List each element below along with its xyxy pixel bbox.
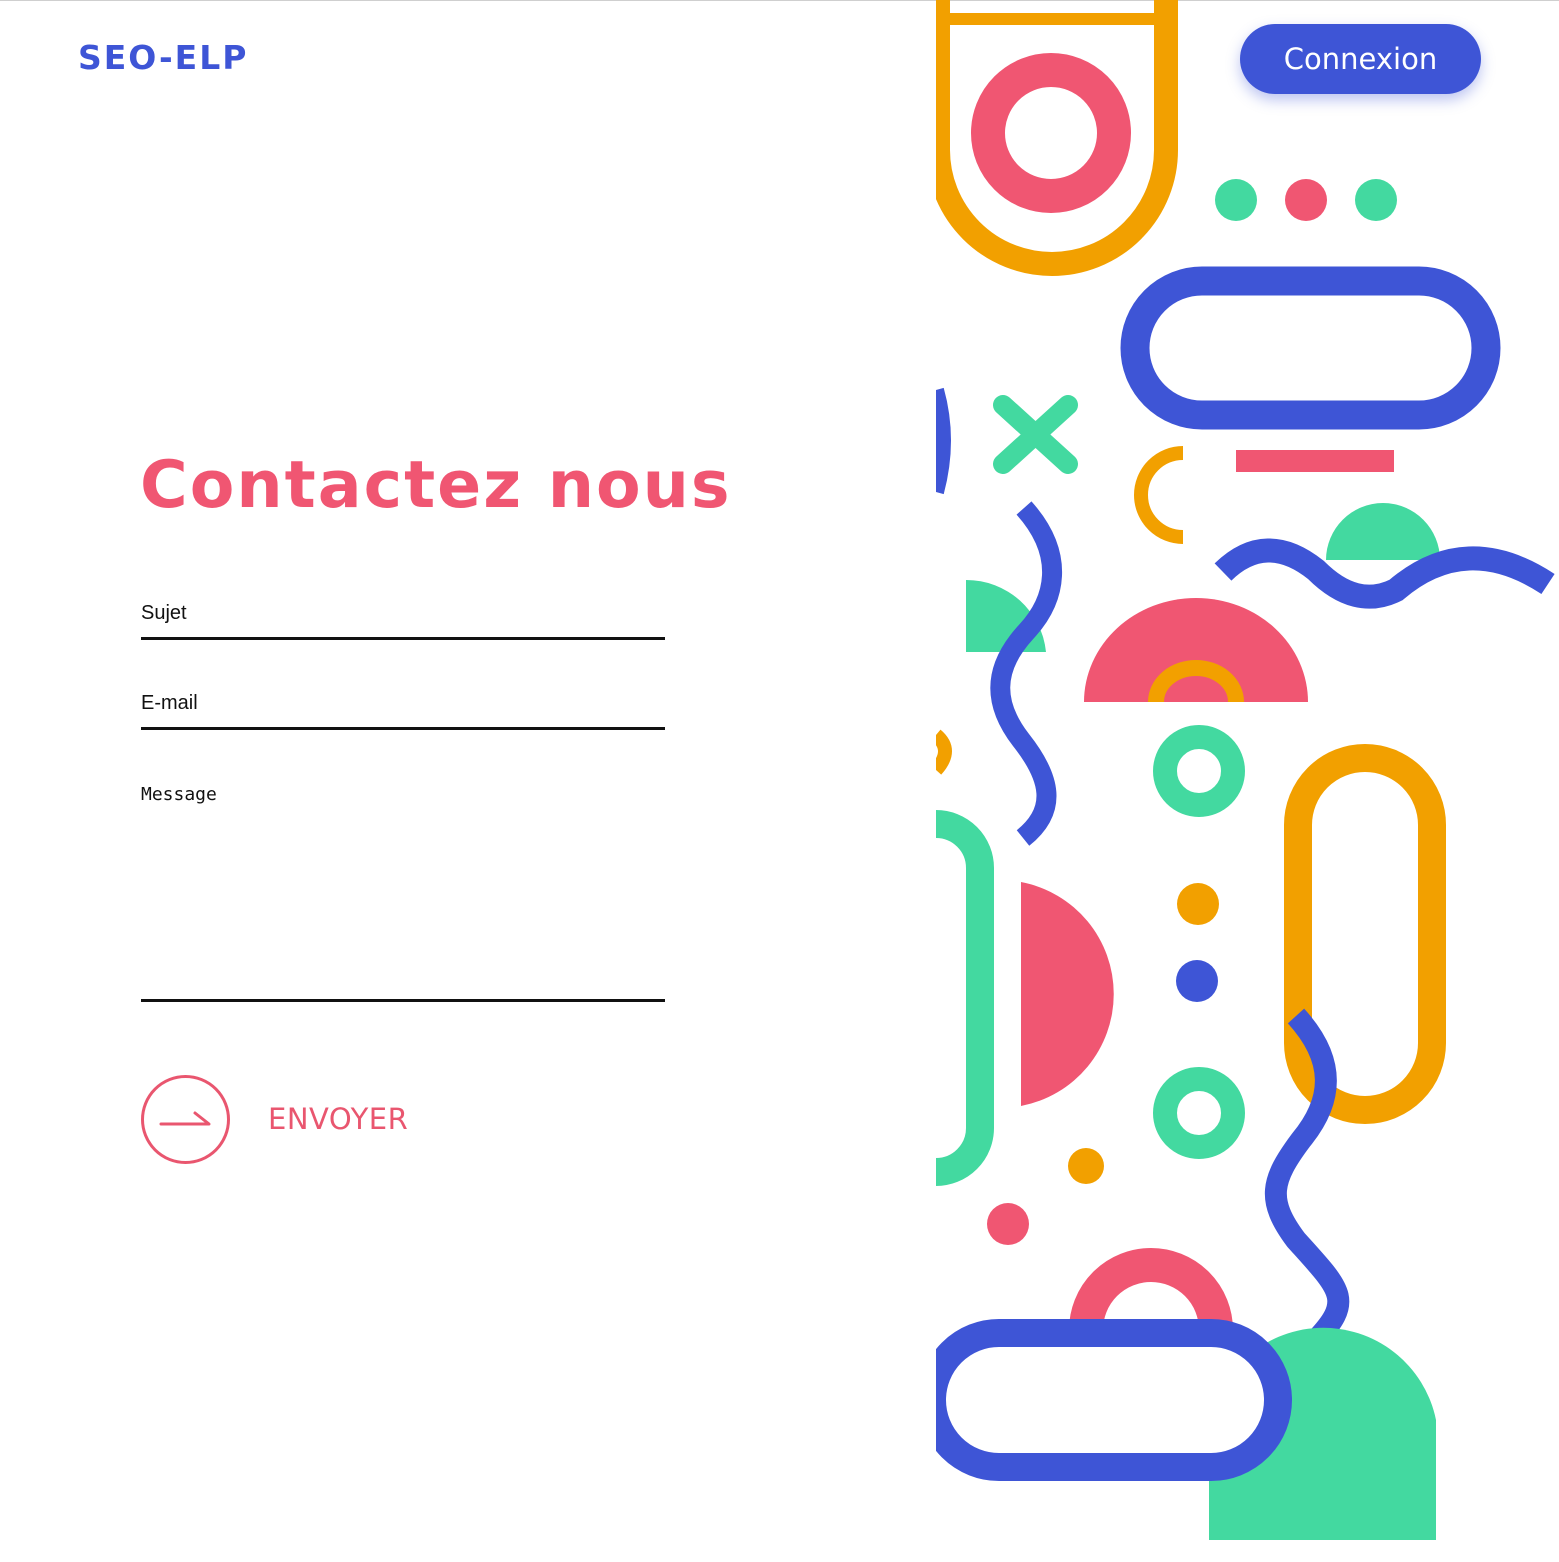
send-circle[interactable] — [141, 1074, 230, 1164]
geometric-shapes-illustration — [936, 0, 1555, 1540]
send-button[interactable]: ENVOYER — [141, 1074, 409, 1164]
arrow-right-icon — [159, 1111, 210, 1126]
message-textarea[interactable] — [141, 784, 665, 1002]
site-logo[interactable]: SEO-ELP — [78, 38, 248, 77]
decorative-illustration — [936, 0, 1559, 1562]
send-label: ENVOYER — [268, 1102, 409, 1136]
subject-field-wrapper — [141, 602, 665, 640]
page-title: Contactez nous — [140, 448, 732, 523]
subject-input[interactable] — [141, 602, 665, 640]
email-input[interactable] — [141, 692, 665, 730]
message-field-wrapper — [141, 784, 665, 1007]
login-button[interactable]: Connexion — [1240, 24, 1481, 94]
email-field-wrapper — [141, 692, 665, 730]
